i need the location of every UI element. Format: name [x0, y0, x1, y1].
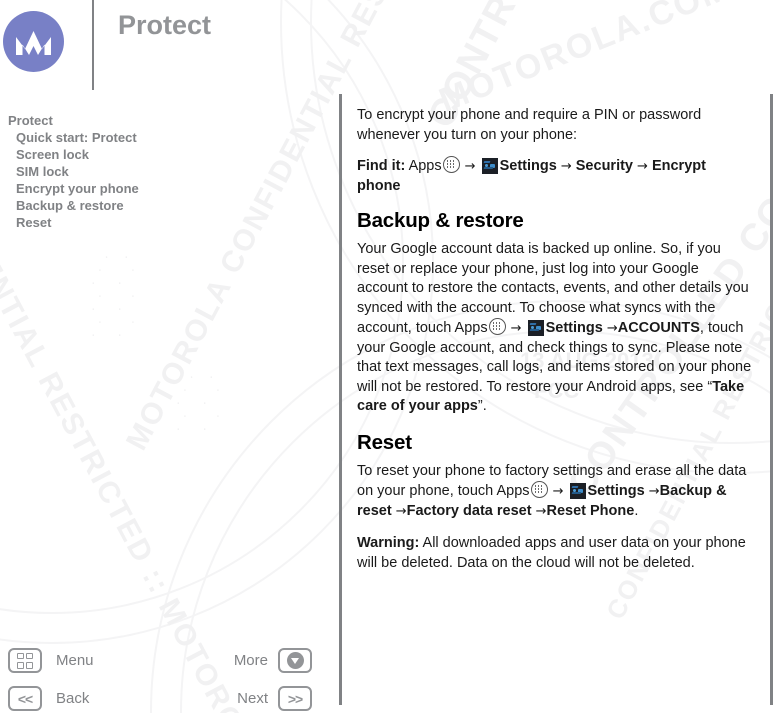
- watermark-dots: . . . . . . . . . .: [175, 370, 222, 434]
- sidebar-item-screen-lock[interactable]: Screen lock: [0, 146, 330, 163]
- backup-restore-paragraph: Your Google account data is backed up on…: [357, 240, 753, 417]
- nav-row-back-next: << Back Next >>: [0, 682, 330, 715]
- sidebar-item-reset[interactable]: Reset: [0, 214, 330, 231]
- arrow-icon: →: [560, 159, 572, 174]
- sidebar-item-sim-lock[interactable]: SIM lock: [0, 163, 330, 180]
- next-button[interactable]: >>: [278, 686, 312, 711]
- watermark-arc: [0, 0, 404, 614]
- settings-icon[interactable]: [527, 320, 544, 336]
- step-settings: Settings: [499, 158, 557, 174]
- watermark-text: MOTOROLA.COM: [433, 0, 737, 120]
- apps-word: Apps: [408, 158, 442, 174]
- more-button[interactable]: [278, 648, 312, 673]
- arrow-icon: →: [535, 503, 547, 519]
- arrow-icon: →: [395, 503, 407, 519]
- menu-label[interactable]: Menu: [56, 652, 94, 669]
- step-settings: Settings: [545, 320, 603, 336]
- header-divider: [92, 0, 94, 90]
- sidebar-item-protect[interactable]: Protect: [0, 112, 330, 129]
- sidebar-toc: Protect Quick start: Protect Screen lock…: [0, 112, 330, 231]
- sidebar-item-quick-start-protect[interactable]: Quick start: Protect: [0, 129, 330, 146]
- arrow-icon: →: [648, 484, 660, 499]
- backup-para-part3: ”.: [477, 398, 487, 414]
- double-chevron-right-icon: >>: [287, 690, 303, 707]
- find-it-line: Find it: Apps → Settings → Security → En…: [357, 156, 753, 196]
- menu-button[interactable]: [8, 648, 42, 673]
- grid-icon: [17, 652, 33, 669]
- back-button[interactable]: <<: [8, 686, 42, 711]
- settings-icon[interactable]: [481, 158, 498, 174]
- find-it-label: Find it:: [357, 158, 406, 174]
- arrow-icon: →: [552, 484, 564, 499]
- step-accounts: ACCOUNTS: [617, 320, 700, 336]
- apps-word: Apps: [454, 320, 488, 336]
- apps-grid-icon[interactable]: [530, 481, 548, 498]
- page-title: Protect: [118, 10, 212, 40]
- double-chevron-left-icon: <<: [17, 690, 33, 707]
- more-label[interactable]: More: [234, 652, 268, 669]
- step-security: Security: [575, 158, 633, 174]
- warning-label: Warning:: [357, 535, 420, 551]
- back-label[interactable]: Back: [56, 690, 89, 707]
- intro-paragraph: To encrypt your phone and require a PIN …: [357, 107, 702, 143]
- step-reset-phone: Reset Phone: [546, 502, 635, 519]
- backup-restore-heading: Backup & restore: [357, 209, 524, 232]
- circle-down-triangle-icon: [286, 652, 304, 669]
- apps-word: Apps: [496, 483, 530, 499]
- main-content: To encrypt your phone and require a PIN …: [357, 106, 753, 586]
- reset-heading: Reset: [357, 430, 412, 454]
- bottom-navigation-bar: Menu More << Back Next >>: [0, 640, 330, 713]
- arrow-icon: →: [510, 321, 522, 336]
- apps-grid-icon[interactable]: [488, 318, 506, 335]
- reset-para-part2: .: [634, 502, 639, 519]
- sidebar-item-backup-restore[interactable]: Backup & restore: [0, 197, 330, 214]
- step-settings: Settings: [587, 483, 645, 499]
- watermark-dots: . . . . . . . . . . . . . .: [90, 250, 137, 340]
- step-factory-data-reset: Factory data reset: [406, 502, 532, 519]
- sidebar-item-encrypt-your-phone[interactable]: Encrypt your phone: [0, 180, 330, 197]
- motorola-batwing-logo: [3, 11, 64, 72]
- arrow-icon: →: [637, 159, 648, 174]
- nav-row-menu-more: Menu More: [0, 644, 330, 677]
- settings-icon[interactable]: [569, 483, 586, 499]
- arrow-icon: →: [606, 321, 618, 336]
- reset-paragraph: To reset your phone to factory settings …: [357, 462, 753, 522]
- apps-grid-icon[interactable]: [442, 156, 460, 173]
- content-divider: [339, 94, 342, 705]
- warning-paragraph: Warning: All downloaded apps and user da…: [357, 534, 753, 573]
- next-label[interactable]: Next: [237, 690, 268, 707]
- arrow-icon: →: [464, 159, 476, 174]
